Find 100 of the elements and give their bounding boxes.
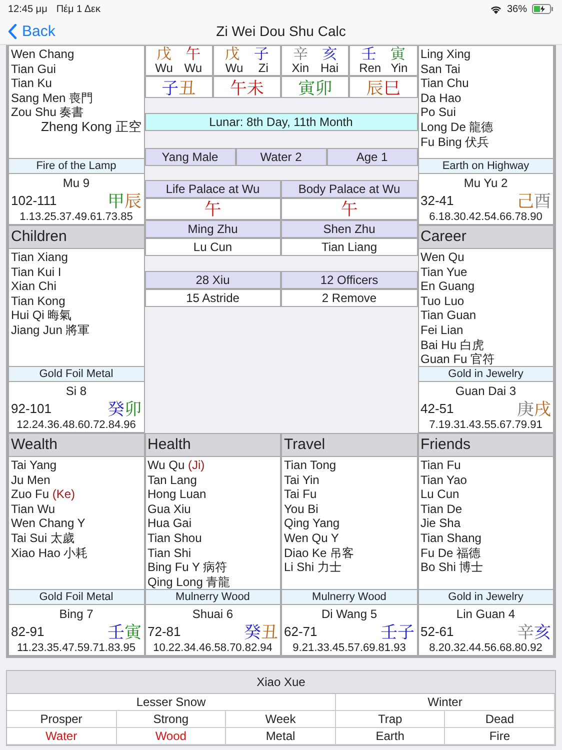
star-name: Tan Lang: [148, 472, 198, 488]
star-name: Tian Yao: [420, 472, 468, 488]
branch-char: 卯: [315, 74, 332, 99]
year-list: 7.19.31.43.55.67.79.91: [420, 419, 551, 431]
profile-label: Age 1: [326, 148, 418, 166]
palace-title: Children: [9, 226, 144, 249]
star-name: Tian Shang: [420, 530, 482, 546]
branch-char: 子: [162, 74, 179, 99]
ganzhi-char: 己: [517, 187, 534, 212]
battery-percent: 36%: [506, 4, 527, 14]
star-name: Tuo Luo: [420, 294, 466, 308]
state-label: Strong: [116, 711, 226, 728]
element-name: Earth: [336, 728, 446, 745]
palace-title: Health: [146, 434, 280, 457]
stem-char: 戊: [156, 46, 172, 61]
year-list: 6.18.30.42.54.66.78.90: [420, 211, 551, 223]
star-name: Tai Yang: [11, 458, 58, 473]
age-range: 52-61: [420, 624, 454, 639]
star-name: Sang Men 喪門: [11, 90, 94, 106]
branch-char: 午: [230, 74, 247, 99]
palace-title: Wealth: [9, 434, 144, 457]
palace-seat-label: Life Palace at Wu: [144, 180, 281, 198]
star-name: Tai Yin: [284, 472, 320, 488]
age-range: 42-51: [420, 401, 454, 416]
ganzhi-char: 癸: [108, 395, 124, 420]
star-name: San Tai: [420, 62, 462, 76]
ganzhi-char: 壬: [380, 618, 398, 643]
star-name: Tian Tong: [284, 458, 338, 473]
pinyin-label: Wu: [184, 61, 202, 75]
star-name: Tian De: [420, 502, 464, 516]
status-date: Πέμ 1 Δεκ: [56, 4, 100, 14]
back-button[interactable]: Back: [0, 22, 56, 40]
star-name: Qing Yang: [284, 516, 341, 531]
palace-title: Career: [418, 226, 553, 249]
ganzhi-char: 癸: [244, 618, 261, 643]
star-name: En Guang: [420, 279, 476, 294]
pinyin-label: Wu: [225, 61, 244, 75]
pinyin-label: Wu: [155, 61, 173, 75]
star-name: Xian Chi: [11, 279, 58, 294]
ganzhi-char: 丑: [261, 618, 278, 643]
year-list: 9.21.33.45.57.69.81.93: [284, 642, 414, 654]
cycle-value: 15 Astride: [144, 289, 281, 307]
stem-char: 寅: [390, 46, 406, 61]
star-name: Hong Luan: [148, 487, 208, 502]
branch-char: 寅: [298, 74, 316, 99]
stage-label: Mu 9: [62, 176, 91, 190]
status-time: 12:45 μμ: [8, 4, 48, 14]
element-label: Earth on Highway: [418, 158, 553, 174]
star-name: Po Sui: [420, 105, 457, 120]
star-name: Tian Guan: [420, 308, 478, 323]
star-name: Wen Chang: [11, 47, 76, 62]
star-name: Jiang Jun 將軍: [11, 322, 91, 338]
wifi-icon: [490, 4, 502, 14]
star-name: Bai Hu 白虎: [420, 338, 485, 352]
pinyin-label: Xin: [292, 61, 310, 75]
ganzhi-char: 壬: [108, 618, 124, 643]
state-label: Prosper: [7, 711, 117, 728]
star-name: Jie Sha: [420, 516, 462, 531]
lord-label: Ming Zhu: [144, 220, 281, 238]
star-name: Da Hao: [420, 90, 462, 106]
ganzhi-char: 寅: [124, 618, 142, 643]
element-label: Gold in Jewelry: [418, 366, 553, 382]
lord-value: Tian Liang: [281, 238, 418, 256]
year-list: 11.23.35.47.59.71.83.95: [11, 642, 142, 654]
star-name: Gua Xiu: [148, 502, 192, 516]
star-name: Tai Fu: [284, 487, 318, 502]
star-name: Lu Cun: [420, 487, 460, 502]
element-name: Wood: [116, 728, 226, 745]
star-name: Tian Gui: [11, 62, 57, 76]
window-title: Zi Wei Dou Shu Calc: [216, 23, 346, 39]
star-name: Long De 龍德: [420, 120, 494, 135]
solar-term-name: Lesser Snow: [7, 694, 336, 711]
star-name: Zou Shu 奏書: [11, 105, 85, 120]
star-name: Tian Chu: [420, 76, 470, 91]
element-name: Fire: [445, 728, 555, 745]
stem-char: 壬: [361, 46, 376, 61]
age-range: 32-41: [420, 193, 454, 208]
stage-label: Guan Dai 3: [454, 384, 518, 398]
palace-seat-label: Body Palace at Wu: [281, 180, 418, 198]
ganzhi-char: 子: [398, 618, 414, 643]
stage-label: Di Wang 5: [320, 607, 378, 621]
element-label: Mulnerry Wood: [282, 589, 416, 605]
star-name: Qing Long 青龍: [148, 574, 232, 589]
battery-icon: [532, 4, 554, 14]
star-name: Tian Fu: [420, 458, 462, 473]
cycle-value: 2 Remove: [281, 289, 418, 307]
branch-char: 巳: [383, 74, 400, 99]
age-range: 92-101: [11, 401, 52, 416]
star-name: Fei Lian: [420, 322, 464, 338]
element-label: Gold in Jewelry: [418, 589, 553, 605]
ganzhi-char: 甲: [108, 187, 124, 212]
ganzhi-char: 亥: [534, 618, 551, 643]
star-name: Guan Fu 官符: [420, 352, 496, 366]
pinyin-label: Yin: [390, 61, 408, 75]
star-name: Tian Wu: [11, 502, 56, 516]
state-label: Week: [226, 711, 336, 728]
element-label: Mulnerry Wood: [146, 589, 280, 605]
star-name: Hui Qi 晦氣: [11, 308, 73, 323]
year-list: 10.22.34.46.58.70.82.94: [148, 642, 278, 654]
age-range: 62-71: [284, 624, 318, 639]
